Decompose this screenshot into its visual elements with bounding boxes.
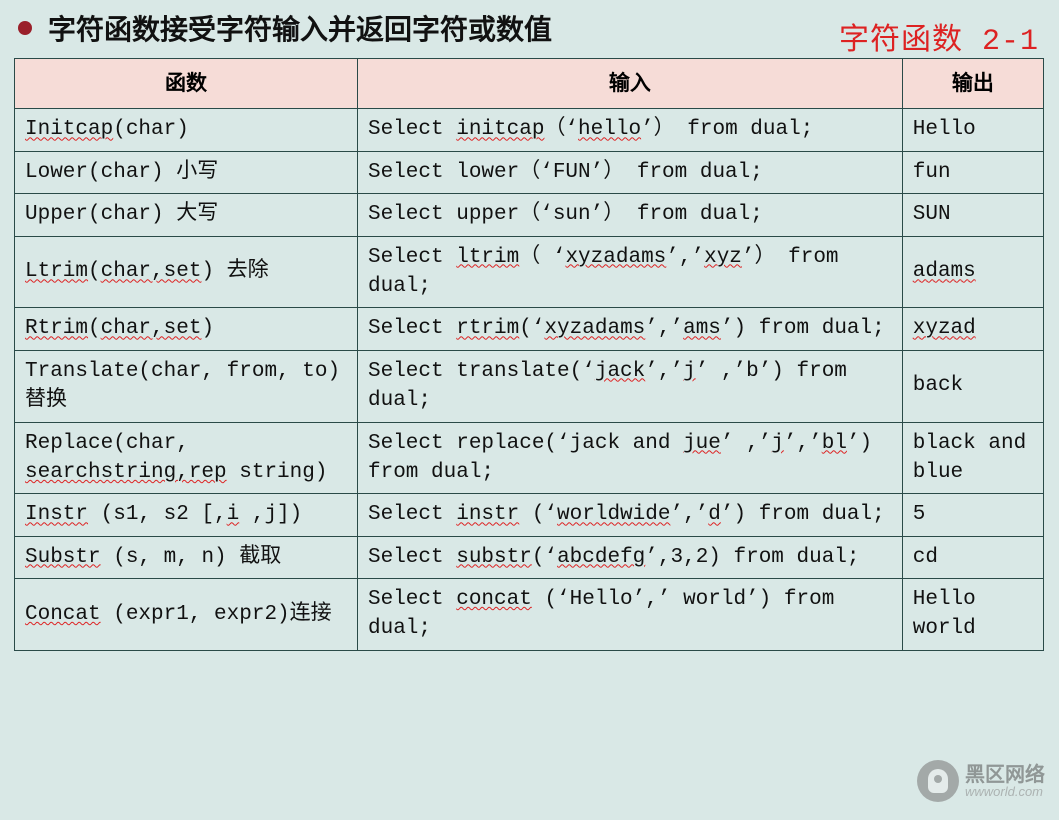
cell-input: Select lower（‘FUN’） from dual; [358,151,903,193]
cell-input: Select rtrim(‘xyzadams’,’ams’) from dual… [358,308,903,350]
cell-fn: Upper(char) 大写 [15,194,358,236]
cell-output: xyzad [902,308,1043,350]
cell-input: Select substr(‘abcdefg’,3,2) from dual; [358,536,903,578]
cell-fn: Substr (s, m, n) 截取 [15,536,358,578]
cell-input: Select translate(‘jack’,’j’ ,’b’) from d… [358,350,903,422]
col-header-output: 输出 [902,59,1043,109]
cell-output: SUN [902,194,1043,236]
table-row: Initcap(char)Select initcap（‘hello’） fro… [15,109,1044,151]
cell-fn: Lower(char) 小写 [15,151,358,193]
watermark-logo-icon [917,760,959,802]
cell-output: Hello world [902,579,1043,651]
col-header-input: 输入 [358,59,903,109]
bullet-icon [18,21,32,35]
cell-input: Select instr (‘worldwide’,’d’) from dual… [358,494,903,536]
cell-input: Select ltrim（ ‘xyzadams’,’xyz’） from dua… [358,236,903,308]
cell-fn: Replace(char, searchstring,rep string) [15,422,358,494]
table-row: Substr (s, m, n) 截取Select substr(‘abcdef… [15,536,1044,578]
page-title: 字符函数接受字符输入并返回字符或数值 [48,8,552,48]
cell-output: Hello [902,109,1043,151]
page-subtitle: 字符函数 2-1 [839,14,1039,59]
cell-fn: Instr (s1, s2 [,i ,j]) [15,494,358,536]
watermark: 黑区网络 wwworld.com [917,760,1045,802]
cell-output: adams [902,236,1043,308]
functions-table: 函数 输入 输出 Initcap(char)Select initcap（‘he… [14,58,1044,651]
cell-input: Select concat (‘Hello’,’ world’) from du… [358,579,903,651]
table-row: Rtrim(char,set)Select rtrim(‘xyzadams’,’… [15,308,1044,350]
cell-input: Select initcap（‘hello’） from dual; [358,109,903,151]
page-header: 字符函数接受字符输入并返回字符或数值 字符函数 2-1 [0,0,1059,52]
cell-fn: Concat (expr1, expr2)连接 [15,579,358,651]
cell-output: black and blue [902,422,1043,494]
table-row: Concat (expr1, expr2)连接Select concat (‘H… [15,579,1044,651]
cell-fn: Translate(char, from, to) 替换 [15,350,358,422]
cell-fn: Ltrim(char,set) 去除 [15,236,358,308]
table-row: Instr (s1, s2 [,i ,j])Select instr (‘wor… [15,494,1044,536]
table-row: Translate(char, from, to) 替换Select trans… [15,350,1044,422]
cell-output: 5 [902,494,1043,536]
cell-output: cd [902,536,1043,578]
cell-fn: Rtrim(char,set) [15,308,358,350]
table-row: Upper(char) 大写Select upper（‘sun’） from d… [15,194,1044,236]
cell-fn: Initcap(char) [15,109,358,151]
watermark-text-url: wwworld.com [965,785,1045,798]
cell-output: fun [902,151,1043,193]
table-row: Lower(char) 小写Select lower（‘FUN’） from d… [15,151,1044,193]
table-header-row: 函数 输入 输出 [15,59,1044,109]
cell-output: back [902,350,1043,422]
col-header-fn: 函数 [15,59,358,109]
table-row: Replace(char, searchstring,rep string)Se… [15,422,1044,494]
watermark-text-cn: 黑区网络 [965,765,1045,785]
cell-input: Select upper（‘sun’） from dual; [358,194,903,236]
table-row: Ltrim(char,set) 去除Select ltrim（ ‘xyzadam… [15,236,1044,308]
cell-input: Select replace(‘jack and jue’ ,’j’,’bl’)… [358,422,903,494]
